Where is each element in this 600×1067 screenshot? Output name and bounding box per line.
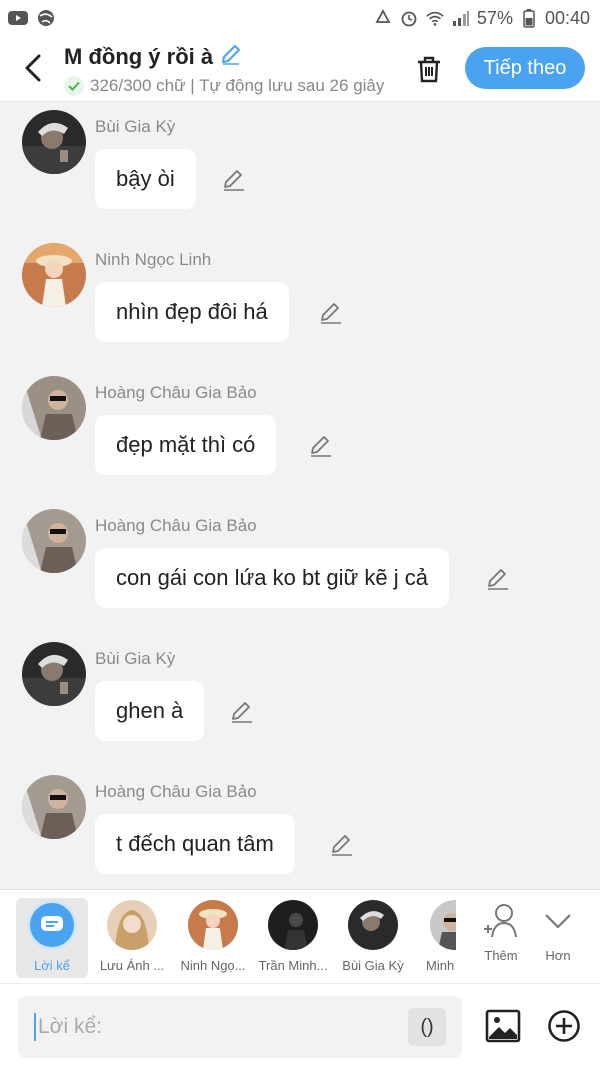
back-button[interactable]: [18, 52, 48, 84]
save-status: 326/300 chữ | Tự động lưu sau 26 giây: [90, 76, 385, 95]
sender-name: Ninh Ngọc Linh: [95, 250, 212, 269]
sender-name: Bùi Gia Kỳ: [95, 649, 176, 668]
image-icon: [485, 1009, 521, 1043]
message-item: Hoàng Châu Gia Bảo đẹp mặt thì có: [0, 374, 600, 494]
clock: 00:40: [544, 7, 590, 28]
chevron-down-icon: [545, 914, 571, 929]
message-bubble[interactable]: con gái con lứa ko bt giữ kẽ j cả: [95, 548, 449, 608]
message-bubble[interactable]: t đếch quan tâm: [95, 814, 295, 874]
battery-icon: [519, 8, 539, 28]
insert-image-button[interactable]: [485, 1008, 521, 1044]
signal-icon: [451, 8, 471, 28]
edit-icon[interactable]: [229, 699, 255, 725]
character-avatar[interactable]: Minh: [418, 898, 456, 978]
edit-icon[interactable]: [329, 832, 355, 858]
narrator-icon: [27, 900, 77, 950]
message-bubble[interactable]: nhìn đẹp đôi há: [95, 282, 289, 342]
avatar[interactable]: [22, 243, 86, 307]
character-selector: Lời kể Lưu Ánh ... Ninh Ngọ... Trần Minh…: [0, 889, 600, 983]
trash-icon: [418, 56, 440, 83]
browser-icon: [36, 8, 56, 28]
edit-icon[interactable]: [221, 167, 247, 193]
avatar[interactable]: [22, 376, 86, 440]
character-avatar[interactable]: Lưu Ánh ...: [96, 898, 168, 978]
message-bubble[interactable]: đẹp mặt thì có: [95, 415, 277, 475]
header: M đồng ý rồi à 326/300 chữ | Tự động lưu…: [0, 36, 600, 102]
message-item: Bùi Gia Kỳ ghen à: [0, 640, 600, 760]
character-label: Trần Minh...: [258, 958, 328, 973]
character-label: Lời kể: [34, 958, 70, 973]
avatar[interactable]: [22, 509, 86, 573]
sender-name: Hoàng Châu Gia Bảo: [95, 383, 257, 402]
more-button[interactable]: Hơn: [533, 902, 583, 963]
battery-percent: 57%: [476, 7, 513, 28]
message-list[interactable]: Bùi Gia Kỳ bậy òi Ninh Ngọc Linh nhìn đẹ…: [0, 103, 600, 889]
avatar[interactable]: [22, 775, 86, 839]
story-title: M đồng ý rồi à: [64, 44, 214, 69]
character-narrator[interactable]: Lời kể: [16, 898, 88, 978]
sender-name: Bùi Gia Kỳ: [95, 117, 176, 136]
avatar: [188, 900, 238, 950]
more-label: Hơn: [545, 948, 571, 963]
next-button[interactable]: Tiếp theo: [465, 47, 585, 89]
character-label: Lưu Ánh ...: [99, 958, 165, 973]
add-character-label: Thêm: [484, 948, 518, 963]
recycle-icon: [373, 8, 393, 28]
avatar: [107, 900, 157, 950]
message-bubble[interactable]: ghen à: [95, 681, 205, 741]
avatar[interactable]: [22, 110, 86, 174]
edit-icon[interactable]: [308, 433, 334, 459]
delete-button[interactable]: [412, 52, 446, 86]
character-avatar[interactable]: Bùi Gia Kỳ: [337, 898, 409, 978]
character-avatar[interactable]: Trần Minh...: [257, 898, 329, 978]
add-character-button[interactable]: Thêm: [476, 902, 526, 963]
composer: Lời kể: (): [0, 983, 600, 1067]
character-label: Minh: [426, 958, 455, 973]
title-block: M đồng ý rồi à 326/300 chữ | Tự động lưu…: [64, 42, 394, 96]
pencil-icon[interactable]: [219, 42, 243, 72]
character-label: Bùi Gia Kỳ: [342, 958, 404, 973]
status-bar: 57% 00:40: [0, 0, 600, 36]
wifi-icon: [425, 8, 445, 28]
edit-icon[interactable]: [318, 300, 344, 326]
add-person-icon: [484, 904, 517, 938]
character-label: Ninh Ngọ...: [180, 958, 246, 973]
youtube-icon: [8, 8, 28, 28]
message-input[interactable]: Lời kể: (): [18, 996, 462, 1058]
text-caret: [34, 1013, 36, 1041]
avatar: [268, 900, 318, 950]
edit-icon[interactable]: [485, 566, 511, 592]
add-button[interactable]: [546, 1008, 582, 1044]
parenthesis-button[interactable]: (): [408, 1008, 446, 1046]
message-bubble[interactable]: bậy òi: [95, 149, 196, 209]
plus-circle-icon: [548, 1010, 580, 1042]
character-avatar[interactable]: Ninh Ngọ...: [177, 898, 249, 978]
back-icon: [25, 54, 41, 82]
alarm-icon: [399, 8, 419, 28]
message-item: Hoàng Châu Gia Bảo con gái con lứa ko bt…: [0, 507, 600, 627]
message-item: Hoàng Châu Gia Bảo t đếch quan tâm: [0, 773, 600, 889]
check-icon: [64, 76, 84, 96]
sender-name: Hoàng Châu Gia Bảo: [95, 516, 257, 535]
sender-name: Hoàng Châu Gia Bảo: [95, 782, 257, 801]
input-placeholder: Lời kể:: [38, 1015, 102, 1038]
avatar: [348, 900, 398, 950]
message-item: Ninh Ngọc Linh nhìn đẹp đôi há: [0, 241, 600, 361]
message-item: Bùi Gia Kỳ bậy òi: [0, 108, 600, 228]
avatar: [430, 900, 456, 950]
avatar[interactable]: [22, 642, 86, 706]
